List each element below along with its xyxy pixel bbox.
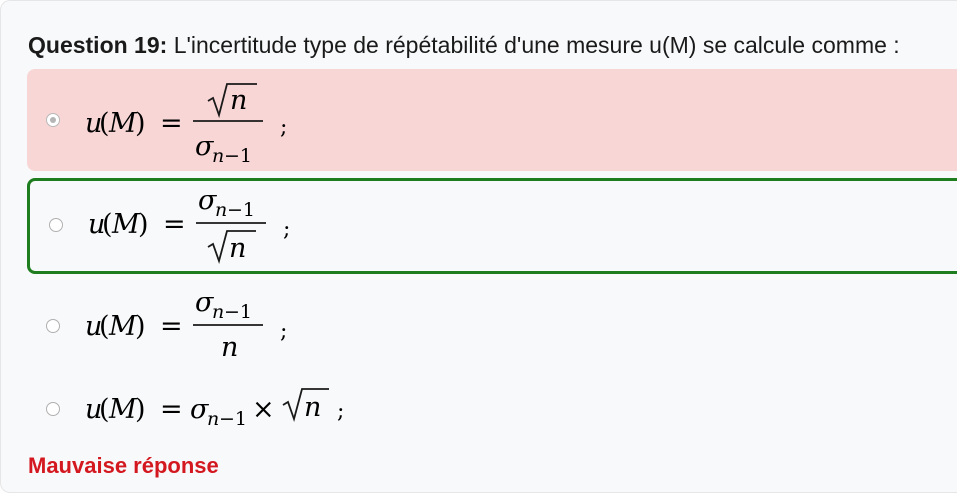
svg-text:): ) [138, 209, 149, 240]
question-body: L'incertitude type de répétabilité d'une… [173, 32, 900, 58]
svg-text:n: n [207, 408, 219, 430]
svg-text:(: ( [99, 311, 110, 342]
svg-text:;: ; [337, 399, 344, 424]
feedback-message: Mauvaise réponse [28, 453, 219, 478]
svg-text:;: ; [283, 217, 290, 242]
answer-option-3[interactable]: u ( M ) = σ n −1 n ; [27, 281, 957, 373]
svg-text:−1: −1 [219, 408, 247, 430]
question-text: Question 19: L'incertitude type de répét… [28, 30, 900, 60]
radio-button[interactable] [49, 218, 63, 232]
formula-option-4: u ( M ) = σ n −1 × n ; [85, 388, 344, 430]
svg-text:−1: −1 [224, 301, 252, 323]
question-number: Question 19: [28, 32, 168, 58]
answer-option-4[interactable]: u ( M ) = σ n −1 × n ; [27, 381, 957, 437]
svg-text:(: ( [99, 108, 110, 139]
svg-text:(: ( [99, 394, 110, 425]
radio-button[interactable] [46, 319, 60, 333]
radio-button-selected[interactable] [46, 113, 60, 127]
svg-text:n: n [212, 145, 224, 163]
svg-text:n: n [221, 332, 238, 363]
svg-text:=: = [163, 209, 186, 240]
question-card: Question 19: L'incertitude type de répét… [0, 0, 957, 493]
svg-text:−1: −1 [227, 199, 255, 221]
formula-option-2: u ( M ) = σ n −1 n ; [88, 185, 290, 265]
svg-text:n: n [212, 301, 224, 323]
svg-text:M: M [108, 311, 138, 342]
svg-text:;: ; [280, 319, 287, 344]
svg-text:n: n [304, 392, 321, 423]
svg-text:): ) [135, 394, 146, 425]
formula-option-3: u ( M ) = σ n −1 n ; [85, 287, 287, 363]
svg-text:M: M [108, 108, 138, 139]
answer-option-1[interactable]: u ( M ) = n σ n −1 ; [27, 69, 957, 171]
svg-text:n: n [215, 199, 227, 221]
svg-text:n: n [230, 85, 247, 116]
svg-text:n: n [229, 233, 246, 264]
svg-text:): ) [135, 311, 146, 342]
svg-text:M: M [111, 209, 141, 240]
formula-option-1: u ( M ) = n σ n −1 ; [85, 83, 287, 163]
svg-text:−1: −1 [224, 145, 252, 163]
svg-text:;: ; [280, 115, 287, 140]
radio-button[interactable] [46, 402, 60, 416]
svg-text:): ) [135, 108, 146, 139]
answer-option-2[interactable]: u ( M ) = σ n −1 n ; [27, 178, 957, 274]
svg-text:=: = [160, 108, 183, 139]
svg-text:(: ( [102, 209, 113, 240]
svg-text:×: × [252, 394, 275, 425]
svg-text:=: = [160, 394, 183, 425]
svg-text:=: = [160, 311, 183, 342]
svg-text:M: M [108, 394, 138, 425]
